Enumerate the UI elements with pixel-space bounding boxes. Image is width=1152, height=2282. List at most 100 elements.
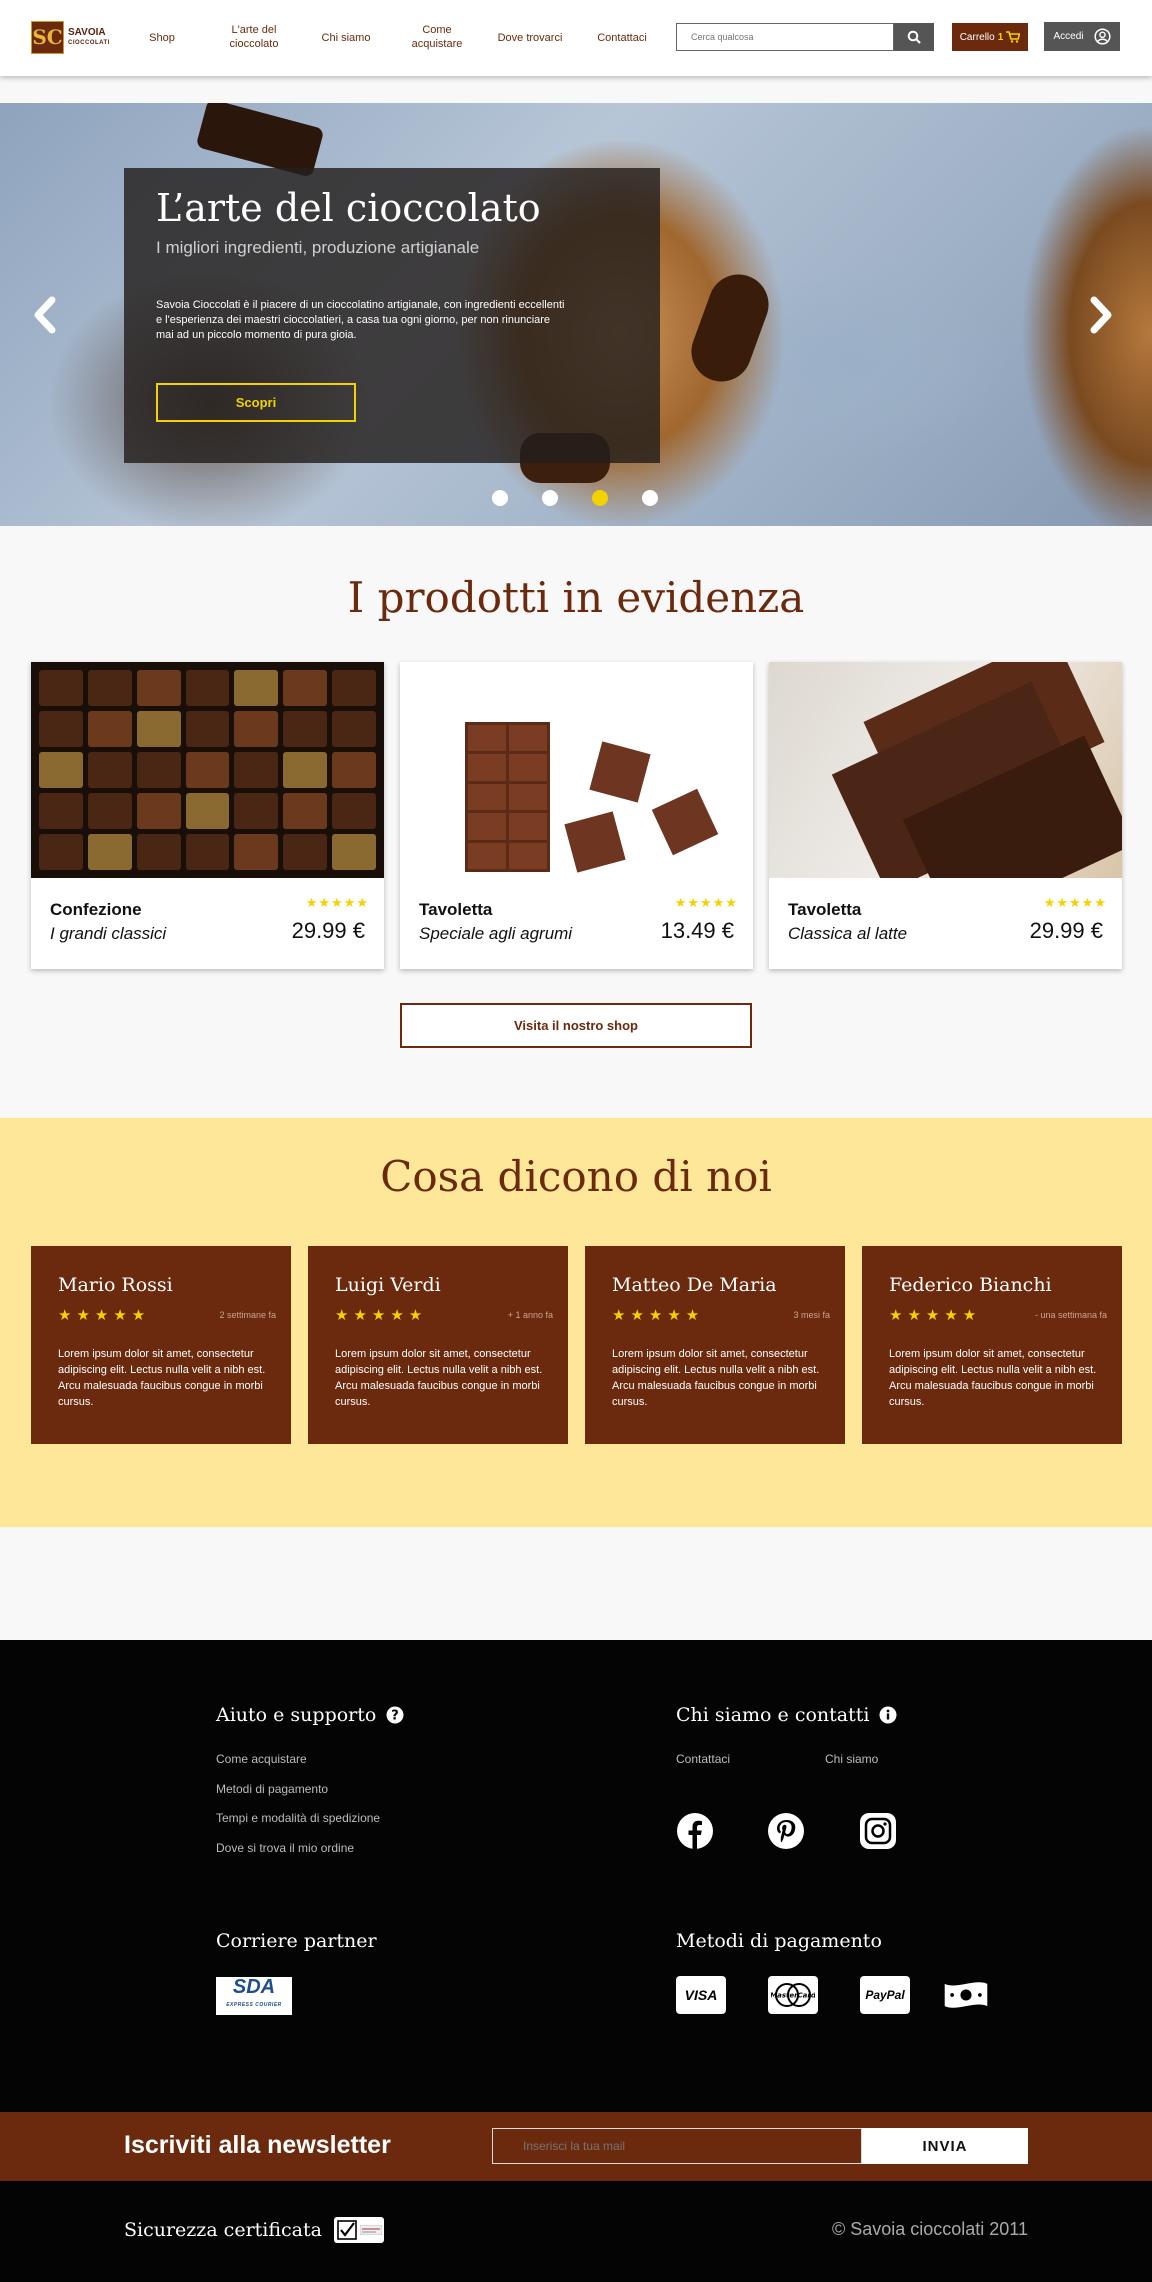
carousel-prev-button[interactable] bbox=[30, 295, 60, 335]
facebook-icon[interactable] bbox=[676, 1812, 714, 1850]
nav-shop[interactable]: Shop bbox=[149, 31, 175, 45]
visit-shop-button[interactable]: Visita il nostro shop bbox=[400, 1003, 752, 1048]
rating-stars: ★★★★★ bbox=[305, 895, 369, 910]
product-list: ★★★★★ Confezione I grandi classici 29.99… bbox=[31, 662, 1122, 969]
bottom-bar: Sicurezza certificata © Savoia cioccolat… bbox=[0, 2181, 1152, 2282]
carousel-next-button[interactable] bbox=[1086, 295, 1116, 335]
product-image bbox=[31, 662, 384, 878]
nav-chi-siamo[interactable]: Chi siamo bbox=[322, 31, 371, 45]
logo-text: SAVOIA CIOCCOLATI bbox=[68, 26, 110, 48]
help-title: Aiuto e supporto bbox=[216, 1704, 377, 1726]
reviewer-name: Mario Rossi bbox=[58, 1274, 173, 1296]
logo-sub: CIOCCOLATI bbox=[68, 39, 110, 46]
rating-stars: ★★★★★ bbox=[889, 1307, 982, 1324]
cash-icon bbox=[941, 1976, 991, 2014]
paypal-icon: PayPal bbox=[860, 1976, 910, 2014]
review-time: - una settimana fa bbox=[1034, 1310, 1107, 1320]
nav-come-acquistare[interactable]: Come acquistare bbox=[406, 23, 468, 51]
newsletter-submit-button[interactable]: INVIA bbox=[862, 2128, 1028, 2164]
security-title: Sicurezza certificata bbox=[124, 2219, 322, 2241]
logo-mark: SC bbox=[31, 21, 64, 54]
product-card[interactable]: ★★★★★ Tavoletta Classica al latte 29.99 … bbox=[769, 662, 1122, 969]
review-text: Lorem ipsum dolor sit amet, consectetur … bbox=[58, 1348, 266, 1408]
footer-link[interactable]: Contattaci bbox=[676, 1752, 730, 1766]
checkmark-icon bbox=[337, 2220, 357, 2240]
help-heading: Aiuto e supporto ? bbox=[216, 1704, 404, 1726]
product-price: 29.99 € bbox=[291, 918, 365, 943]
logo-name: SAVOIA bbox=[68, 26, 106, 38]
newsletter-title: Iscriviti alla newsletter bbox=[124, 2131, 391, 2159]
help-icon: ? bbox=[386, 1706, 404, 1724]
carousel-dot[interactable] bbox=[642, 490, 658, 506]
product-desc: I grandi classici bbox=[50, 924, 167, 943]
courier-sub: EXPRESS COURIER bbox=[226, 2002, 282, 2008]
hero-cta-button[interactable]: Scopri bbox=[156, 383, 356, 422]
chevron-right-icon bbox=[1090, 296, 1112, 334]
mastercard-icon: MasterCard bbox=[768, 1976, 818, 2014]
search-input[interactable] bbox=[676, 23, 894, 51]
footer-link[interactable]: Chi siamo bbox=[825, 1752, 878, 1766]
hero-title: L’arte del cioccolato bbox=[156, 186, 541, 230]
carousel-dot[interactable] bbox=[542, 490, 558, 506]
featured-title: I prodotti in evidenza bbox=[347, 573, 805, 622]
product-card[interactable]: ★★★★★ Confezione I grandi classici 29.99… bbox=[31, 662, 384, 969]
product-image bbox=[769, 662, 1122, 878]
about-title: Chi siamo e contatti bbox=[676, 1704, 870, 1726]
login-button[interactable]: Accedi bbox=[1044, 22, 1120, 51]
courier-name: SDA bbox=[232, 1976, 276, 1998]
info-icon bbox=[879, 1706, 897, 1724]
reviewer-name: Luigi Verdi bbox=[335, 1274, 441, 1296]
carousel-dots bbox=[492, 490, 658, 506]
search-icon bbox=[907, 30, 921, 44]
footer-link[interactable]: Dove si trova il mio ordine bbox=[216, 1841, 354, 1855]
carousel-dot[interactable] bbox=[492, 490, 508, 506]
product-card[interactable]: ★★★★★ Tavoletta Speciale agli agrumi 13.… bbox=[400, 662, 753, 969]
copyright: © Savoia cioccolati 2011 bbox=[831, 2219, 1028, 2239]
instagram-icon[interactable] bbox=[859, 1812, 897, 1850]
cart-count: 1 bbox=[997, 31, 1004, 43]
reviews-title: Cosa dicono di noi bbox=[380, 1152, 772, 1201]
footer-link[interactable]: Come acquistare bbox=[216, 1752, 307, 1766]
product-price: 13.49 € bbox=[660, 918, 734, 943]
footer-link[interactable]: Metodi di pagamento bbox=[216, 1782, 328, 1796]
product-price: 29.99 € bbox=[1029, 918, 1103, 943]
footer-link[interactable]: Tempi e modalità di spedizione bbox=[216, 1811, 380, 1825]
reviews-section: Cosa dicono di noi Mario Rossi ★★★★★ 2 s… bbox=[0, 1118, 1152, 1527]
logo[interactable]: SC SAVOIA CIOCCOLATI bbox=[31, 21, 110, 54]
pinterest-icon[interactable] bbox=[767, 1812, 805, 1850]
review-card: Federico Bianchi ★★★★★ - una settimana f… bbox=[862, 1246, 1122, 1444]
product-desc: Classica al latte bbox=[788, 924, 908, 943]
search-bar bbox=[676, 23, 934, 51]
product-name: Tavoletta bbox=[788, 900, 862, 919]
nav-dove-trovarci[interactable]: Dove trovarci bbox=[498, 31, 563, 45]
review-time: 3 mesi fa bbox=[793, 1310, 830, 1320]
review-time: + 1 anno fa bbox=[507, 1310, 553, 1320]
rating-stars: ★★★★★ bbox=[1043, 895, 1107, 910]
reviewer-name: Federico Bianchi bbox=[889, 1274, 1052, 1296]
courier-heading: Corriere partner bbox=[216, 1930, 377, 1952]
nav-contattaci[interactable]: Contattaci bbox=[597, 31, 647, 45]
review-card: Mario Rossi ★★★★★ 2 settimane fa Lorem i… bbox=[31, 1246, 291, 1444]
courier-logo: SDA EXPRESS COURIER bbox=[216, 1977, 292, 2015]
hero-image-decor bbox=[682, 266, 778, 390]
svg-text:MasterCard: MasterCard bbox=[771, 1992, 815, 2000]
hero-subtitle: I migliori ingredienti, produzione artig… bbox=[156, 238, 480, 257]
chevron-left-icon bbox=[34, 296, 56, 334]
carousel-dot-active[interactable] bbox=[592, 490, 608, 506]
search-button[interactable] bbox=[894, 23, 934, 51]
cart-button[interactable]: Carrello 1 bbox=[952, 23, 1028, 51]
hero-text: Savoia Cioccolati è il piacere di un cio… bbox=[156, 299, 565, 341]
newsletter-bar: Iscriviti alla newsletter INVIA bbox=[0, 2112, 1152, 2181]
cart-icon bbox=[1006, 31, 1021, 43]
product-name: Tavoletta bbox=[419, 900, 493, 919]
site-header: SC SAVOIA CIOCCOLATI Shop L'arte del cio… bbox=[0, 0, 1152, 76]
review-text: Lorem ipsum dolor sit amet, consectetur … bbox=[612, 1348, 820, 1408]
login-label: Accedi bbox=[1053, 31, 1084, 42]
newsletter-email-input[interactable] bbox=[492, 2128, 862, 2164]
nav-arte[interactable]: L'arte del cioccolato bbox=[219, 23, 289, 51]
svg-text:?: ? bbox=[392, 1709, 400, 1724]
site-footer: Aiuto e supporto ? Come acquistare Metod… bbox=[0, 1640, 1152, 2112]
about-heading: Chi siamo e contatti bbox=[676, 1704, 897, 1726]
product-image bbox=[400, 662, 753, 878]
review-text: Lorem ipsum dolor sit amet, consectetur … bbox=[889, 1348, 1097, 1408]
